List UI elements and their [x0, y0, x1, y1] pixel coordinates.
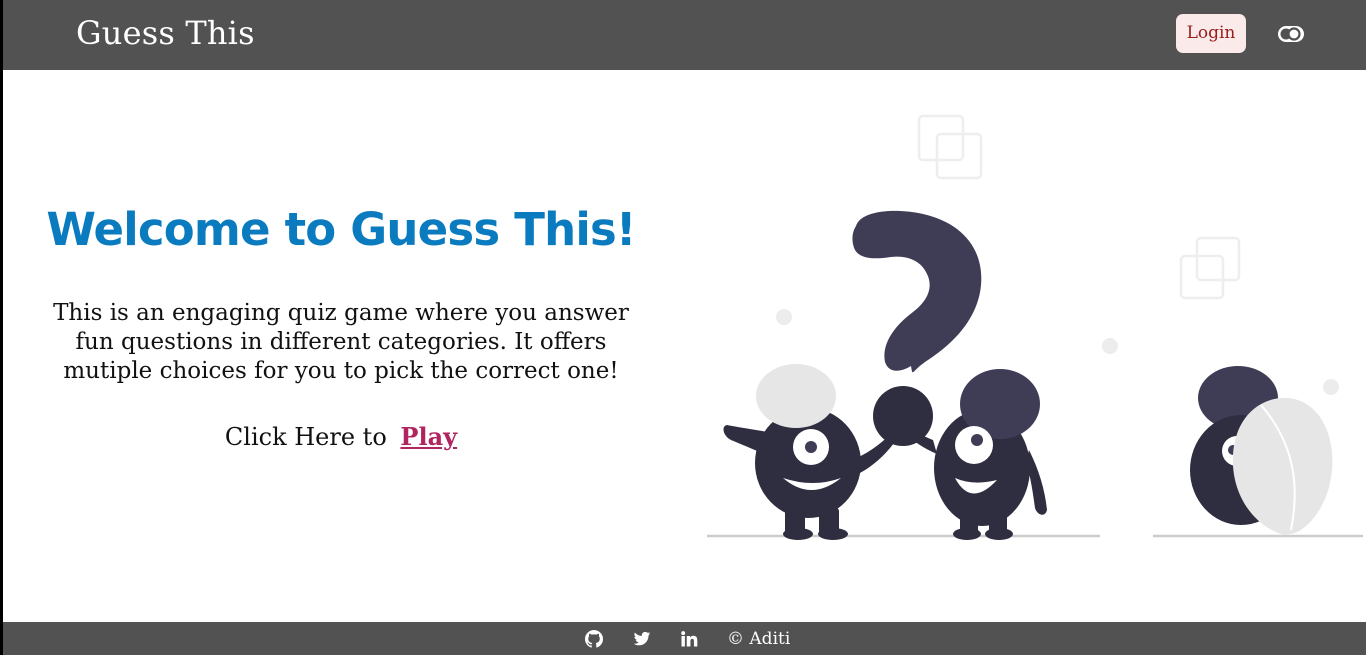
footer: © Aditi [0, 622, 1366, 655]
hero-description: This is an engaging quiz game where you … [53, 300, 629, 384]
page-left-edge [0, 0, 3, 655]
hiding-monster [1190, 366, 1333, 535]
github-icon[interactable] [585, 630, 603, 648]
right-monster [908, 369, 1047, 540]
twitter-icon[interactable] [633, 630, 651, 648]
question-mark-shape [852, 210, 982, 373]
copyright-text: © Aditi [727, 629, 791, 649]
login-button[interactable]: Login [1176, 14, 1246, 53]
linkedin-icon[interactable] [680, 630, 698, 648]
hero-section: Welcome to Guess This! This is an engagi… [3, 70, 1366, 622]
cta-prefix-text: Click Here to [224, 423, 387, 451]
play-call-to-action: Click Here to Play [3, 422, 679, 452]
theme-toggle-icon[interactable] [1276, 24, 1306, 44]
navbar: Guess This Login [0, 0, 1366, 70]
hero-title: Welcome to Guess This! [46, 203, 636, 256]
brand-title[interactable]: Guess This [76, 12, 255, 54]
quiz-monsters-illustration [707, 114, 1363, 540]
play-link[interactable]: Play [400, 422, 457, 451]
left-monster [723, 364, 896, 540]
